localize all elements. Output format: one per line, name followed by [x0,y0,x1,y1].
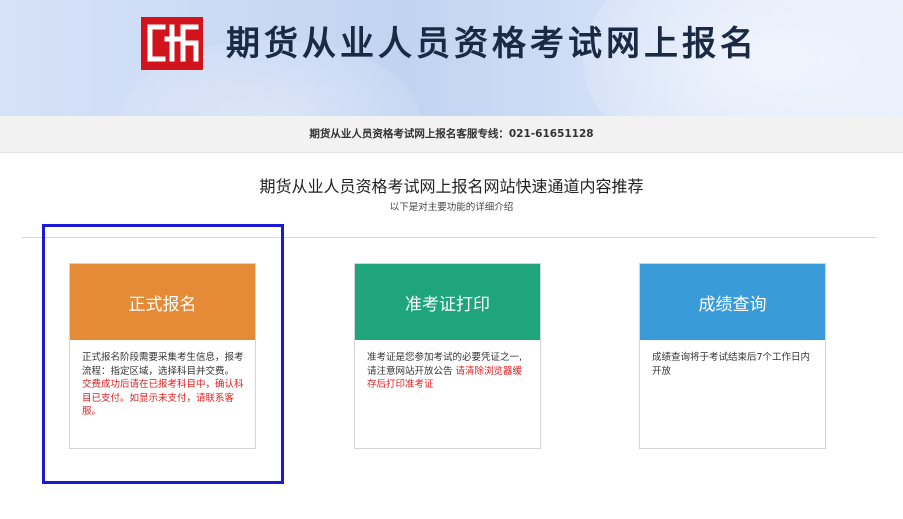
hotline-text: 期货从业人员资格考试网上报名客服专线：021-61651128 [309,128,594,140]
card-admission-ticket[interactable]: 准考证打印 准考证是您参加考试的必要凭证之一,请注意网站开放公告 请清除浏览器缓… [354,263,541,449]
cfa-logo-icon [141,17,203,70]
card-description: 准考证是您参加考试的必要凭证之一,请注意网站开放公告 请清除浏览器缓存后打印准考… [355,340,540,392]
header-banner: 期货从业人员资格考试网上报名 [0,0,903,116]
card-score-query[interactable]: 成绩查询 成绩查询将于考试结束后7个工作日内开放 [639,263,826,449]
score-query-button[interactable]: 成绩查询 [640,264,825,340]
highlight-box [42,224,284,484]
admission-ticket-button[interactable]: 准考证打印 [355,264,540,340]
section-title: 期货从业人员资格考试网上报名网站快速通道内容推荐 [259,177,644,196]
site-title: 期货从业人员资格考试网上报名 [226,24,758,64]
section-subtitle: 以下是对主要功能的详细介绍 [389,202,514,213]
card-desc-text: 成绩查询将于考试结束后7个工作日内开放 [652,352,811,377]
hotline-bar: 期货从业人员资格考试网上报名客服专线：021-61651128 [0,116,903,153]
card-description: 成绩查询将于考试结束后7个工作日内开放 [640,340,825,378]
